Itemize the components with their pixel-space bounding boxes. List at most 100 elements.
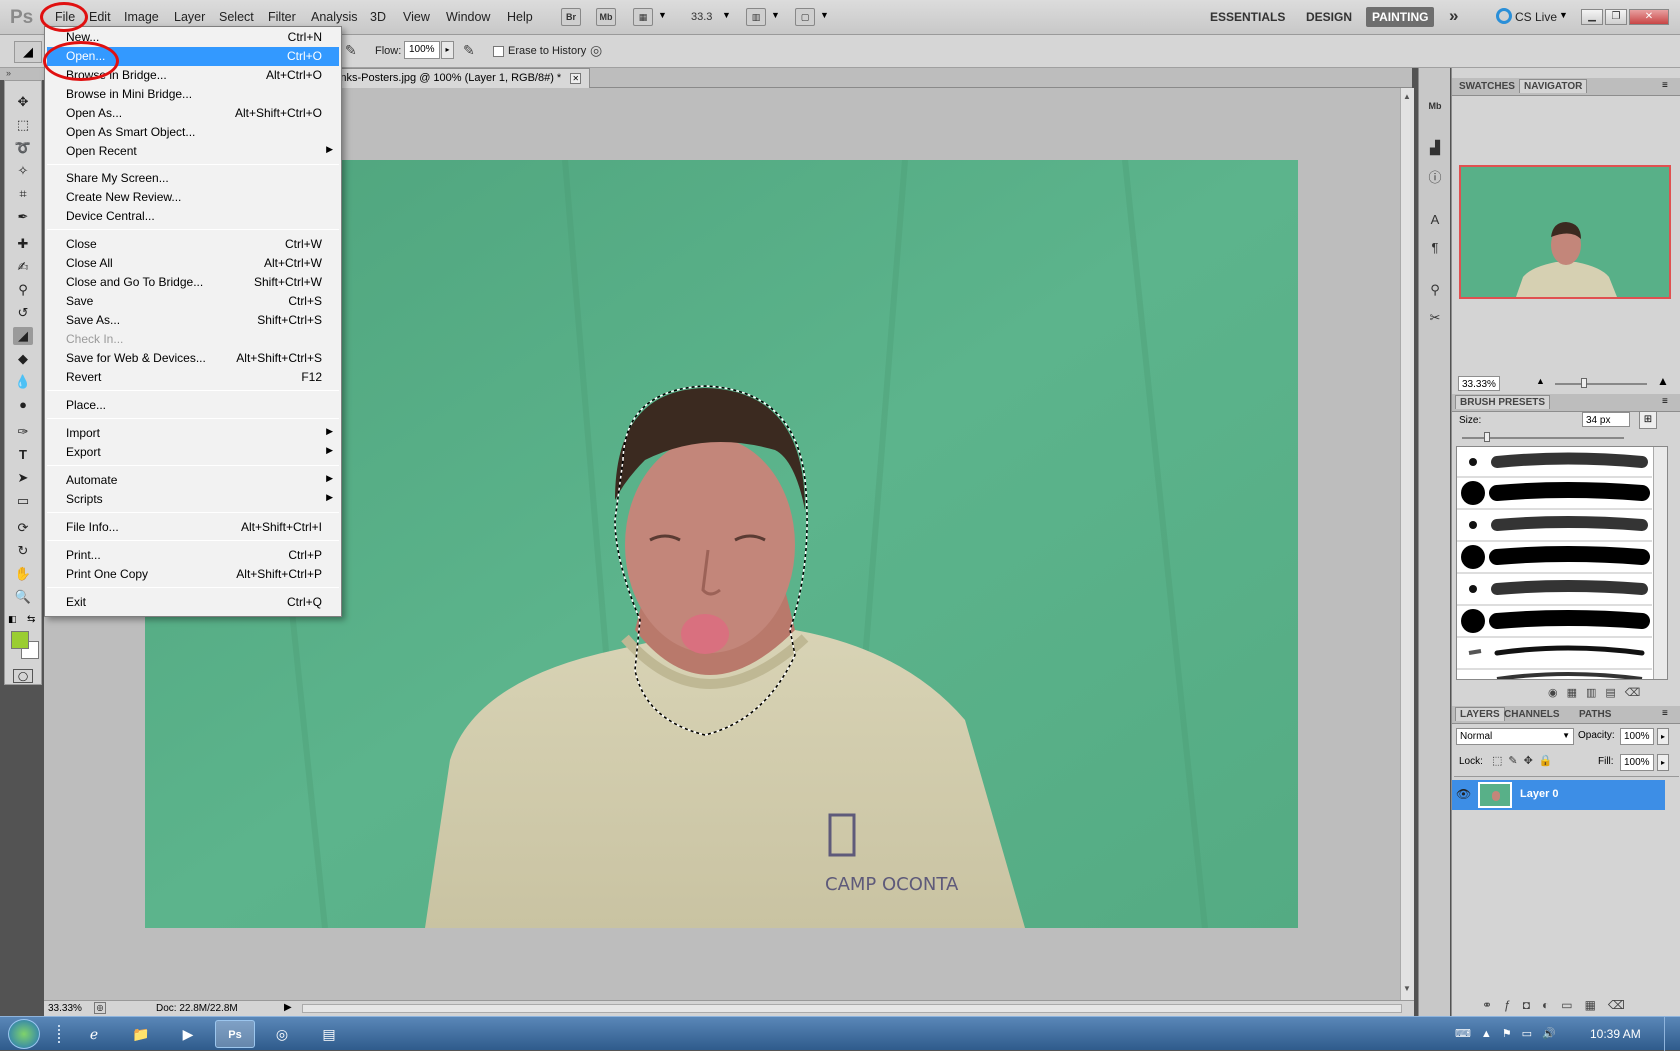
menu-item-close-and-go-to-bridge[interactable]: Close and Go To Bridge... Shift+Ctrl+W [47, 273, 339, 292]
blend-mode-dropdown-icon[interactable]: ▼ [1562, 731, 1570, 740]
minimize-button[interactable]: ▁ [1581, 9, 1603, 25]
menu-item-close[interactable]: Close Ctrl+W [47, 235, 339, 254]
menu-image[interactable]: Image [124, 10, 159, 24]
menu-select[interactable]: Select [219, 10, 254, 24]
menu-item-scripts[interactable]: Scripts ▶ [47, 490, 339, 509]
swap-colors-icon[interactable]: ⇆ [27, 614, 35, 625]
system-tray-icons[interactable]: ⌨▲⚑▭🔊 [1455, 1027, 1566, 1040]
3d-rotate-tool-icon[interactable]: ⟳ [13, 519, 33, 537]
screen-mode-dropdown-icon[interactable]: ▼ [820, 10, 829, 20]
menu-item-browse-in-mini-bridge[interactable]: Browse in Mini Bridge... [47, 85, 339, 104]
flow-input[interactable]: 100% [404, 41, 440, 59]
menu-item-open-as[interactable]: Open As... Alt+Shift+Ctrl+O [47, 104, 339, 123]
menu-item-create-new-review[interactable]: Create New Review... [47, 188, 339, 207]
menu-item-file-info[interactable]: File Info... Alt+Shift+Ctrl+I [47, 518, 339, 537]
navigator-zoom-thumb[interactable] [1581, 378, 1587, 388]
lasso-tool-icon[interactable]: ➰ [13, 139, 33, 157]
menu-item-exit[interactable]: Exit Ctrl+Q [47, 593, 339, 612]
erase-to-history-checkbox[interactable] [493, 46, 504, 57]
media-player-icon[interactable]: ▶ [168, 1020, 208, 1048]
menu-item-import[interactable]: Import ▶ [47, 424, 339, 443]
fill-input[interactable]: 100% [1620, 754, 1654, 771]
start-button[interactable] [8, 1019, 40, 1049]
collapse-toolbar-icon[interactable]: » [6, 68, 11, 78]
character-panel-icon[interactable]: A [1424, 210, 1446, 230]
cs-live-menu[interactable]: CS Live [1515, 10, 1557, 24]
hand-tool-icon[interactable]: ✋ [13, 565, 33, 583]
marquee-tool-icon[interactable]: ⬚ [13, 116, 33, 134]
restore-button[interactable]: ❐ [1605, 9, 1627, 25]
rectangle-tool-icon[interactable]: ▭ [13, 492, 33, 510]
brush-presets-list[interactable] [1456, 446, 1668, 680]
menu-view[interactable]: View [403, 10, 430, 24]
navigator-zoom-input[interactable]: 33.33% [1458, 376, 1500, 391]
clone-stamp-tool-icon[interactable]: ⚲ [13, 281, 33, 299]
app-taskbar-icon[interactable]: ◎ [262, 1020, 302, 1048]
workspace-design[interactable]: DESIGN [1306, 10, 1352, 24]
zoom-dropdown-icon[interactable]: ▼ [722, 10, 731, 20]
brush-panel-menu-icon[interactable]: ≡ [1662, 396, 1668, 407]
brush-size-thumb[interactable] [1484, 432, 1490, 442]
cs-live-dropdown-icon[interactable]: ▼ [1559, 10, 1568, 20]
layers-footer-icons[interactable]: ⚭ƒ◘◐▭▦⌫ [1482, 998, 1637, 1012]
navigator-zoom-slider[interactable] [1555, 383, 1647, 385]
opacity-slider-toggle[interactable]: ▸ [1657, 728, 1669, 745]
menu-item-close-all[interactable]: Close All Alt+Ctrl+W [47, 254, 339, 273]
menu-item-save[interactable]: Save Ctrl+S [47, 292, 339, 311]
move-tool-icon[interactable]: ✥ [13, 93, 33, 111]
zoom-out-icon[interactable]: ▲ [1536, 376, 1545, 386]
menu-item-device-central[interactable]: Device Central... [47, 207, 339, 226]
menu-filter[interactable]: Filter [268, 10, 296, 24]
menu-analysis[interactable]: Analysis [311, 10, 358, 24]
arrange-dropdown-icon[interactable]: ▼ [771, 10, 780, 20]
blend-mode-select[interactable]: Normal ▼ [1456, 728, 1574, 745]
menu-item-save-as[interactable]: Save As... Shift+Ctrl+S [47, 311, 339, 330]
quick-mask-icon[interactable]: ◯ [13, 669, 33, 683]
photoshop-taskbar-icon[interactable]: Ps [215, 1020, 255, 1048]
menu-item-share-my-screen[interactable]: Share My Screen... [47, 169, 339, 188]
status-menu-arrow[interactable]: ▶ [284, 1002, 292, 1013]
3d-orbit-tool-icon[interactable]: ↻ [13, 542, 33, 560]
menu-item-save-for-web[interactable]: Save for Web & Devices... Alt+Shift+Ctrl+… [47, 349, 339, 368]
tab-navigator[interactable]: NAVIGATOR [1519, 79, 1588, 93]
brush-panel-toggle-icon[interactable]: ⊞ [1639, 411, 1657, 429]
pen-tool-icon[interactable]: ✑ [13, 423, 33, 441]
clock[interactable]: 10:39 AM [1590, 1027, 1641, 1041]
clone-source-panel-icon[interactable]: ⚲ [1424, 280, 1446, 300]
tab-swatches[interactable]: SWATCHES [1455, 80, 1519, 93]
opacity-input[interactable]: 100% [1620, 728, 1654, 745]
brush-size-input[interactable]: 34 px [1582, 412, 1630, 427]
menu-item-place[interactable]: Place... [47, 396, 339, 415]
view-extras-button[interactable]: ▦ [633, 8, 653, 26]
workspace-essentials[interactable]: ESSENTIALS [1210, 10, 1285, 24]
quick-selection-tool-icon[interactable]: ✧ [13, 162, 33, 180]
paragraph-panel-icon[interactable]: ¶ [1424, 238, 1446, 258]
eraser-tool-preset-icon[interactable]: ◢ [14, 41, 42, 63]
blur-tool-icon[interactable]: 💧 [13, 373, 33, 391]
brush-panel-footer-icons[interactable]: ◉▦▥▤⌫ [1548, 686, 1649, 699]
menu-item-export[interactable]: Export ▶ [47, 443, 339, 462]
info-panel-icon[interactable]: ⓘ [1424, 168, 1446, 188]
zoom-level[interactable]: 33.3 [691, 11, 712, 23]
tablet-pressure-icon[interactable]: ◎ [590, 42, 602, 59]
zoom-tool-icon[interactable]: 🔍 [13, 588, 33, 606]
airbrush-icon[interactable]: ✎ [345, 42, 357, 59]
tab-layers[interactable]: LAYERS [1455, 707, 1505, 721]
healing-brush-tool-icon[interactable]: ✚ [13, 235, 33, 253]
menu-item-print-one-copy[interactable]: Print One Copy Alt+Shift+Ctrl+P [47, 565, 339, 584]
more-workspaces-icon[interactable]: » [1449, 6, 1458, 26]
bridge-button[interactable]: Br [561, 8, 581, 26]
scroll-down-icon[interactable]: ▼ [1403, 984, 1411, 993]
zoom-in-icon[interactable]: ▲ [1657, 374, 1669, 388]
menu-item-open-as-smart-object[interactable]: Open As Smart Object... [47, 123, 339, 142]
default-colors-icon[interactable]: ◧ [8, 614, 17, 625]
internet-explorer-icon[interactable]: ℯ [74, 1020, 114, 1048]
layer-visibility-eye-icon[interactable]: 👁 [1456, 787, 1471, 801]
brush-list-scrollbar[interactable] [1653, 447, 1667, 679]
history-brush-tool-icon[interactable]: ↺ [13, 304, 33, 322]
fill-slider-toggle[interactable]: ▸ [1657, 754, 1669, 771]
brush-tool-icon[interactable]: ✍ [13, 258, 33, 276]
layers-panel-menu-icon[interactable]: ≡ [1662, 708, 1668, 719]
crop-tool-icon[interactable]: ⌗ [13, 185, 33, 203]
type-tool-icon[interactable]: T [13, 446, 33, 464]
